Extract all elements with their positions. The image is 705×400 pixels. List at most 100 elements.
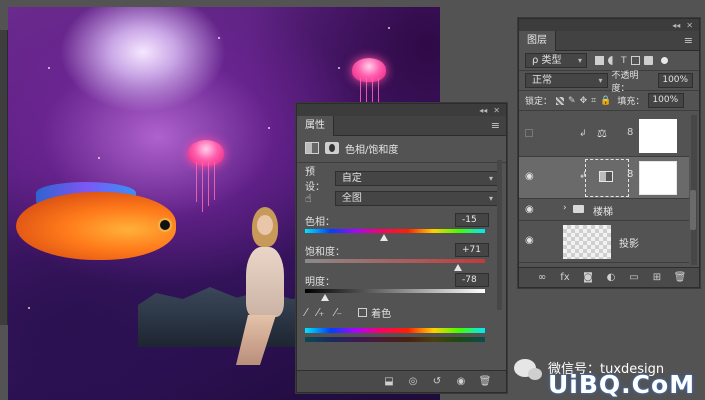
color-range-bar-top (305, 328, 485, 333)
close-icon[interactable]: ✕ (686, 21, 693, 30)
star (338, 67, 340, 69)
channel-dropdown[interactable]: 全图 ▾ (334, 190, 498, 206)
channel-value: 全图 (341, 192, 362, 204)
folder-icon (573, 205, 584, 213)
layer-name[interactable]: 投影 (619, 235, 639, 250)
trash-icon[interactable]: 🗑 (478, 376, 492, 387)
fill-input[interactable]: 100% (648, 93, 685, 108)
reset-icon[interactable]: ↺ (430, 376, 444, 387)
hue-slider-track[interactable] (305, 229, 485, 233)
layers-footer: ∞ fx ◙ ◐ ▭ ⊞ 🗑 (519, 267, 699, 287)
collapse-icon[interactable]: ◂◂ (479, 106, 487, 115)
blend-mode-dropdown[interactable]: 正常 ▾ (525, 73, 608, 88)
layer-name[interactable]: 楼梯 (593, 203, 613, 218)
fill-label: 填充： (617, 97, 645, 107)
filter-dropdown[interactable]: ρ 类型 ▾ (525, 53, 587, 68)
layer-row-selected[interactable]: ◉ ↲ 8 (519, 157, 689, 199)
lock-move-icon[interactable]: ✥ (580, 96, 588, 106)
colorize-checkbox[interactable] (358, 307, 368, 317)
girl-image (236, 207, 296, 367)
preset-row: 预设： 自定 ▾ (297, 167, 506, 193)
fx-icon[interactable]: fx (558, 272, 572, 283)
eye-icon[interactable]: ◉ (525, 171, 534, 182)
hue-label: 色相： (305, 217, 335, 228)
new-layer-icon[interactable]: ⊞ (650, 272, 664, 283)
new-group-icon[interactable]: ▭ (627, 272, 641, 283)
eyedropper-row: ⁄ ⁄₊ ⁄₋ 着色 (297, 303, 506, 321)
panel-header: ◂◂ ✕ (297, 104, 506, 116)
saturation-slider-thumb[interactable] (454, 264, 462, 271)
target-adjust-icon[interactable]: ☝ (305, 192, 331, 205)
panel-menu-icon[interactable]: ≡ (684, 34, 693, 47)
eyedropper-plus-icon[interactable]: ⁄₊ (317, 306, 325, 319)
tab-properties[interactable]: 属性 (297, 115, 334, 136)
hue-input[interactable]: -15 (455, 213, 489, 227)
tool-strip[interactable] (0, 30, 8, 325)
layer-thumbnail (563, 225, 611, 259)
collapse-icon[interactable]: ◂◂ (672, 21, 680, 30)
panel-header: ◂◂ ✕ (519, 19, 699, 31)
opacity-input[interactable]: 100% (658, 73, 693, 88)
layer-row-group[interactable]: ◉ › 楼梯 (519, 199, 689, 221)
lightness-input[interactable]: -78 (455, 273, 489, 287)
saturation-slider-track[interactable] (305, 259, 485, 263)
lock-paint-icon[interactable]: ✎ (568, 96, 576, 106)
mask-icon[interactable] (325, 142, 339, 154)
blend-mode-value: 正常 (532, 75, 552, 86)
clip-arrow-icon: ↲ (579, 129, 587, 139)
filter-toggle-icon[interactable] (660, 57, 668, 64)
chevron-down-icon: ▾ (488, 173, 493, 183)
hue-saturation-icon[interactable] (305, 142, 319, 154)
lightness-slider-track[interactable] (305, 289, 485, 293)
saturation-control: 饱和度： +71 (297, 243, 506, 273)
mask-thumbnail (639, 161, 677, 195)
wechat-logo-icon (514, 358, 542, 380)
eyedropper-icon[interactable]: ⁄ (305, 306, 307, 319)
colorize-label: 着色 (371, 308, 392, 320)
lightness-slider-thumb[interactable] (320, 294, 329, 301)
fill-value: 100% (652, 95, 679, 105)
trash-icon[interactable]: 🗑 (673, 272, 687, 283)
star (218, 37, 220, 39)
eyedropper-minus-icon[interactable]: ⁄₋ (335, 306, 343, 319)
star (28, 307, 30, 309)
preset-value: 自定 (341, 172, 362, 184)
filter-type-icon[interactable]: T (621, 56, 627, 66)
chevron-right-icon[interactable]: › (563, 203, 567, 213)
link-layers-icon[interactable]: ∞ (535, 272, 549, 283)
filter-pixel-icon[interactable] (595, 56, 604, 65)
lightness-control: 明度： -78 (297, 273, 506, 303)
properties-panel: ◂◂ ✕ 属性 ≡ 色相/饱和度 预设： 自定 ▾ ☝ 全图 ▾ 色相： -15… (296, 103, 507, 393)
visibility-toggle[interactable] (525, 129, 533, 137)
eye-icon[interactable]: ◉ (454, 376, 468, 387)
panel-menu-icon[interactable]: ≡ (491, 119, 500, 132)
preset-dropdown[interactable]: 自定 ▾ (334, 170, 498, 186)
filter-shape-icon[interactable] (630, 56, 640, 65)
eye-icon[interactable]: ◉ (525, 235, 534, 246)
layer-row[interactable]: ↲ ⚖ 8 (519, 115, 689, 157)
filter-adjustment-icon[interactable] (608, 56, 617, 65)
hue-slider-thumb[interactable] (380, 234, 389, 241)
saturation-input[interactable]: +71 (455, 243, 489, 257)
add-mask-icon[interactable]: ◙ (581, 272, 595, 283)
preset-label: 预设： (305, 167, 325, 193)
layers-scroll-thumb[interactable] (690, 190, 696, 230)
color-range-bar-bottom (305, 337, 485, 342)
lock-transparent-icon[interactable] (556, 96, 565, 105)
tab-layers[interactable]: 图层 (519, 30, 556, 51)
chevron-down-icon: ▾ (598, 76, 603, 85)
hue-saturation-icon (599, 171, 613, 182)
new-adjustment-icon[interactable]: ◐ (604, 272, 618, 283)
lock-all-icon[interactable]: 🔒 (600, 96, 611, 106)
view-previous-icon[interactable]: ◎ (406, 376, 420, 387)
link-icon: 8 (627, 169, 634, 180)
filter-smart-icon[interactable] (643, 56, 653, 65)
close-icon[interactable]: ✕ (493, 106, 500, 115)
adjustment-header: 色相/饱和度 (297, 136, 506, 160)
properties-scrollbar[interactable] (497, 160, 502, 310)
lock-artboard-icon[interactable]: ⌗ (591, 96, 596, 106)
clip-to-layer-icon[interactable]: ⬓ (382, 376, 396, 387)
lock-label: 锁定： (525, 97, 553, 107)
layer-row[interactable]: ◉ 投影 (519, 221, 689, 263)
eye-icon[interactable]: ◉ (525, 204, 534, 215)
